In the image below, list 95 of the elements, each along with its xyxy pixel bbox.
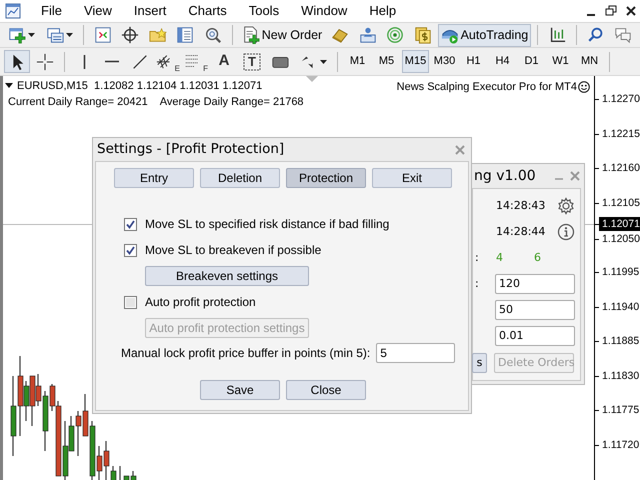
symbol-info: EURUSD,M15 1.12082 1.12104 1.12031 1.12071 xyxy=(17,79,262,94)
info-icon[interactable] xyxy=(557,223,575,241)
smiley-icon xyxy=(578,81,590,94)
timeframe-button[interactable]: H4 xyxy=(489,50,516,73)
count-value: 4 xyxy=(495,250,504,266)
input-field[interactable]: 120 xyxy=(495,274,575,294)
timeframe-button[interactable]: MN xyxy=(576,50,603,73)
current-price-label: 1.12071 xyxy=(599,217,640,231)
checkbox[interactable] xyxy=(124,218,137,230)
price-label: 1.12270 xyxy=(601,92,640,106)
triangle-marker-icon xyxy=(306,76,318,83)
window-plus-icon[interactable] xyxy=(8,26,26,44)
tool-button[interactable]: F xyxy=(183,50,209,73)
timeframe-button[interactable]: M5 xyxy=(373,50,400,73)
text-label-icon xyxy=(242,52,262,72)
windows-icon[interactable] xyxy=(46,26,64,44)
timeframe-button[interactable]: W1 xyxy=(547,50,574,73)
autotrading-button[interactable]: AutoTrading xyxy=(438,24,532,46)
checkbox-label: Move SL to specified risk distance if bad filling xyxy=(145,216,390,233)
price-label: 1.12105 xyxy=(601,196,640,210)
chart-window-icon[interactable] xyxy=(94,26,112,44)
dialog-title: Settings - [Profit Protection] xyxy=(97,140,284,160)
price-label: 1.11830 xyxy=(601,369,640,383)
tool-button[interactable]: T xyxy=(239,50,265,73)
timeframe-button[interactable]: H1 xyxy=(460,50,487,73)
settings-button[interactable]: Breakeven settings xyxy=(145,266,309,286)
dialog-button[interactable]: Save xyxy=(200,380,280,400)
tool-button[interactable]: A xyxy=(211,50,237,73)
menu-item[interactable]: Tools xyxy=(238,0,290,23)
restore-icon[interactable] xyxy=(604,4,618,18)
chart-axes-icon[interactable] xyxy=(548,26,566,44)
caret-icon[interactable] xyxy=(66,33,73,37)
row-label: : xyxy=(475,276,479,290)
panel-button[interactable]: s xyxy=(472,353,487,373)
panel-title: ng v1.00 xyxy=(474,166,536,186)
menu-item[interactable]: File xyxy=(30,0,73,23)
price-label: 1.12160 xyxy=(601,161,640,175)
time-text: 14:28:43 xyxy=(495,198,546,214)
checkbox[interactable] xyxy=(124,244,137,256)
input-field[interactable]: 5 xyxy=(376,343,456,363)
caret-icon[interactable] xyxy=(28,33,36,37)
tab[interactable]: Deletion xyxy=(200,168,280,188)
menu-item[interactable]: Help xyxy=(358,0,408,23)
tab[interactable]: Exit xyxy=(372,168,452,188)
crosshair-icon xyxy=(36,52,54,70)
timeframe-button[interactable]: M1 xyxy=(344,50,371,73)
price-label: 1.12215 xyxy=(601,127,640,141)
document-plus-icon xyxy=(242,26,260,44)
price-label: 1.11940 xyxy=(601,300,640,314)
price-label: 1.11885 xyxy=(601,334,640,348)
vertical-line-icon xyxy=(82,54,86,68)
input-field[interactable]: 50 xyxy=(495,300,575,320)
timeframe-button[interactable]: D1 xyxy=(518,50,545,73)
app-chart-icon[interactable] xyxy=(4,2,22,20)
checkbox-label: Auto profit protection xyxy=(145,294,256,311)
ingot-icon[interactable] xyxy=(331,26,350,44)
tab[interactable]: Entry xyxy=(114,168,194,188)
expert-name: News Scalping Executor Pro for MT4 xyxy=(396,80,577,95)
row-label: : xyxy=(475,250,479,264)
close-icon[interactable] xyxy=(624,4,638,18)
timeframe-button[interactable]: M30 xyxy=(431,50,458,73)
timeframe-button[interactable]: M15 xyxy=(402,50,429,73)
settings-icon[interactable] xyxy=(557,197,575,215)
new-order-button[interactable]: New Order xyxy=(238,24,326,46)
daily-range-text: Current Daily Range= 20421 xyxy=(8,95,148,110)
count-value: 6 xyxy=(533,250,542,266)
person-monitor-icon[interactable] xyxy=(358,26,377,44)
tool-button[interactable]: E xyxy=(155,50,181,73)
dialog-button[interactable]: Close xyxy=(286,380,366,400)
tool-button[interactable] xyxy=(4,50,30,73)
price-label: 1.12050 xyxy=(601,232,640,246)
checkbox[interactable] xyxy=(124,296,137,308)
input-field[interactable]: 0.01 xyxy=(495,326,575,346)
crosshair-circle-icon[interactable] xyxy=(121,26,140,44)
list-window-icon[interactable] xyxy=(176,26,194,44)
search-icon[interactable] xyxy=(586,26,605,44)
horizontal-line-icon xyxy=(105,60,119,63)
folder-star-icon[interactable] xyxy=(148,26,167,44)
menu-item[interactable]: Insert xyxy=(122,0,178,23)
dropdown-triangle-icon[interactable] xyxy=(5,83,13,89)
checkbox-label: Move SL to breakeven if possible xyxy=(145,242,322,259)
price-label: 1.11995 xyxy=(601,265,640,279)
menu-item[interactable]: Window xyxy=(290,0,358,23)
time-text: 14:28:44 xyxy=(495,224,546,240)
price-label: 1.11775 xyxy=(601,403,640,417)
price-label: 1.11720 xyxy=(601,438,640,452)
menu-item[interactable]: View xyxy=(72,0,123,23)
daily-range-text: Average Daily Range= 21768 xyxy=(160,95,304,110)
menu-item[interactable]: Charts xyxy=(177,0,238,23)
speech-bubbles-icon[interactable] xyxy=(614,26,632,44)
signal-rings-icon[interactable] xyxy=(386,26,404,44)
dollar-cards-icon[interactable] xyxy=(414,26,432,44)
diagonal-line-icon xyxy=(131,52,149,70)
field-label: Manual lock profit price buffer in points (min 5): xyxy=(121,345,370,362)
tab[interactable]: Protection xyxy=(286,168,366,188)
